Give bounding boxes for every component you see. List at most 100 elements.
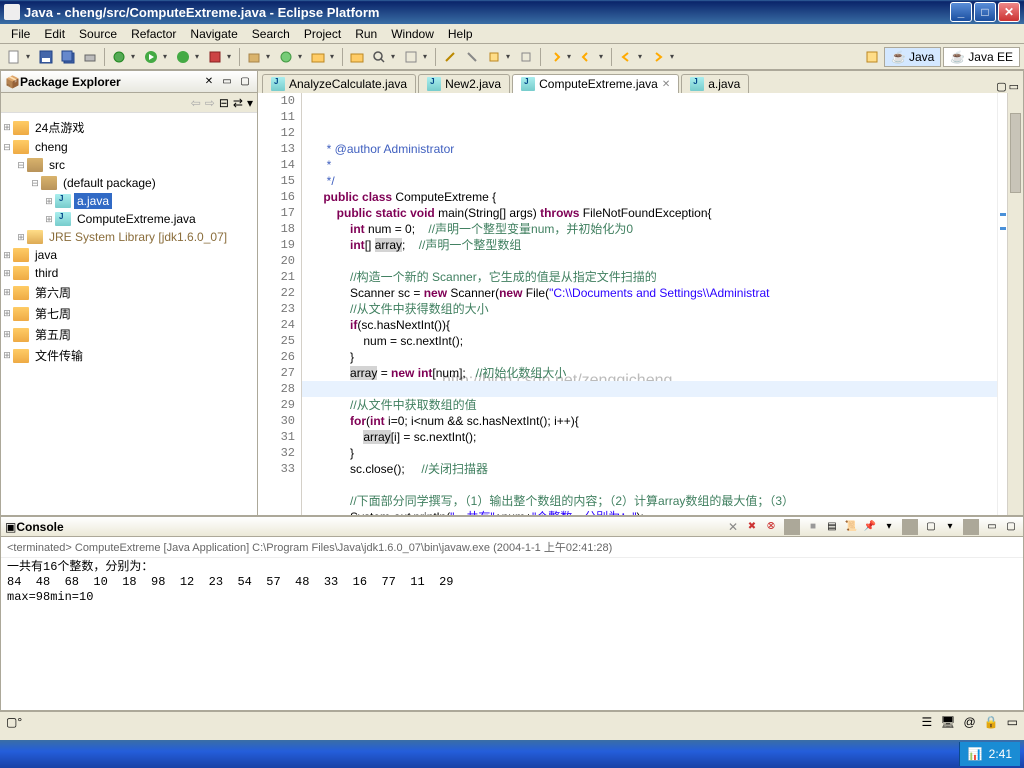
expander-icon[interactable]: ⊞ xyxy=(1,122,13,133)
perspective-java[interactable]: ☕Java xyxy=(884,47,941,67)
open-perspective-button[interactable] xyxy=(862,47,882,67)
menu-run[interactable]: Run xyxy=(348,25,384,43)
display-console-icon[interactable]: ▾ xyxy=(881,519,897,535)
link-editor-icon[interactable]: ⇄ xyxy=(233,96,243,110)
dropdown-icon[interactable]: ▾ xyxy=(131,52,139,61)
dropdown-icon[interactable]: ▾ xyxy=(298,52,306,61)
status-icon-4[interactable]: 🔒 xyxy=(984,715,999,729)
new-folder-button[interactable] xyxy=(308,47,328,67)
minimize-editor-icon[interactable]: ▭ xyxy=(1009,80,1019,93)
menu-project[interactable]: Project xyxy=(297,25,348,43)
remove-launch-icon[interactable]: ✖ xyxy=(744,519,760,535)
expander-icon[interactable]: ⊟ xyxy=(15,160,27,171)
wand-button[interactable] xyxy=(440,47,460,67)
back-icon[interactable]: ⇦ xyxy=(191,96,201,110)
menu-edit[interactable]: Edit xyxy=(37,25,72,43)
expander-icon[interactable]: ⊞ xyxy=(43,214,55,225)
editor-tab[interactable]: ComputeExtreme.java✕ xyxy=(512,74,679,93)
search-button[interactable] xyxy=(369,47,389,67)
menu-window[interactable]: Window xyxy=(384,25,441,43)
perspective-javaee[interactable]: ☕Java EE xyxy=(943,47,1020,67)
close-icon[interactable]: ✕ xyxy=(728,520,738,534)
remove-all-icon[interactable]: ⮿ xyxy=(763,519,779,535)
tree-item[interactable]: ⊟src xyxy=(1,156,257,174)
menu-search[interactable]: Search xyxy=(245,25,297,43)
code-area[interactable]: http://blog.csdn.net/zengqicheng * @auth… xyxy=(302,93,997,515)
dropdown-icon[interactable]: ▾ xyxy=(266,52,274,61)
tree-item[interactable]: ⊞文件传输 xyxy=(1,345,257,366)
dropdown-icon[interactable]: ▾ xyxy=(391,52,399,61)
maximize-icon[interactable]: ▢ xyxy=(1003,519,1019,535)
paint-button[interactable] xyxy=(462,47,482,67)
dropdown-icon[interactable]: ▾ xyxy=(423,52,431,61)
minimize-view-icon[interactable]: ▭ xyxy=(219,74,235,90)
maximize-editor-icon[interactable]: ▢ xyxy=(996,80,1006,93)
scrollbar-thumb[interactable] xyxy=(1010,113,1021,193)
fast-view-icon[interactable]: ▢° xyxy=(6,715,22,729)
status-icon-2[interactable]: 🖥 xyxy=(940,715,955,729)
maximize-view-icon[interactable]: ▢ xyxy=(237,74,253,90)
tray-cpu-icon[interactable]: 📊 xyxy=(968,747,983,761)
new-package-button[interactable] xyxy=(244,47,264,67)
editor-tab[interactable]: a.java xyxy=(681,74,749,93)
menu-help[interactable]: Help xyxy=(441,25,480,43)
new-class-button[interactable] xyxy=(276,47,296,67)
expander-icon[interactable]: ⊞ xyxy=(1,287,13,298)
run-button[interactable] xyxy=(141,47,161,67)
tree-item[interactable]: ⊞third xyxy=(1,264,257,282)
dropdown-icon[interactable]: ▾ xyxy=(195,52,203,61)
dropdown-icon[interactable]: ▾ xyxy=(163,52,171,61)
open-console-icon[interactable]: ▢ xyxy=(923,519,939,535)
expander-icon[interactable]: ⊞ xyxy=(1,308,13,319)
menu-navigate[interactable]: Navigate xyxy=(183,25,244,43)
maximize-button[interactable]: □ xyxy=(974,2,996,22)
vertical-scrollbar[interactable] xyxy=(1007,93,1023,515)
collapse-all-icon[interactable]: ⊟ xyxy=(219,96,229,110)
expander-icon[interactable]: ⊞ xyxy=(43,196,55,207)
forward-icon[interactable]: ⇨ xyxy=(205,96,215,110)
expander-icon[interactable]: ⊞ xyxy=(15,232,27,243)
status-icon-5[interactable]: ▭ xyxy=(1007,715,1018,729)
line-gutter[interactable]: 10 11 12 13 14 15 16 17 18 19 20 21 22 2… xyxy=(258,93,302,515)
clear-console-icon[interactable]: ▤ xyxy=(824,519,840,535)
expander-icon[interactable]: ⊟ xyxy=(1,142,13,153)
expander-icon[interactable]: ⊞ xyxy=(1,329,13,340)
new-button[interactable] xyxy=(4,47,24,67)
new-console-icon[interactable]: ▾ xyxy=(942,519,958,535)
expander-icon[interactable]: ⊞ xyxy=(1,250,13,261)
menu-refactor[interactable]: Refactor xyxy=(124,25,183,43)
console-output[interactable]: 一共有16个整数，分别为： 84 48 68 10 18 98 12 23 54… xyxy=(1,558,1023,710)
dropdown-icon[interactable]: ▾ xyxy=(599,52,607,61)
external-tools-button[interactable] xyxy=(205,47,225,67)
expander-icon[interactable]: ⊞ xyxy=(1,268,13,279)
dropdown-icon[interactable]: ▾ xyxy=(26,52,34,61)
pin-console-icon[interactable]: 📌 xyxy=(862,519,878,535)
overview-ruler[interactable] xyxy=(997,93,1007,515)
status-icon-3[interactable]: @ xyxy=(964,715,976,729)
editor-tab[interactable]: AnalyzeCalculate.java xyxy=(262,74,416,93)
tree-item[interactable]: ⊞a.java xyxy=(1,192,257,210)
format-button[interactable] xyxy=(484,47,504,67)
tree-item[interactable]: ⊞java xyxy=(1,246,257,264)
tree-item[interactable]: ⊞第五周 xyxy=(1,324,257,345)
tree-item[interactable]: ⊞24点游戏 xyxy=(1,117,257,138)
tree-item[interactable]: ⊟cheng xyxy=(1,138,257,156)
save-button[interactable] xyxy=(36,47,56,67)
terminate-icon[interactable]: ■ xyxy=(805,519,821,535)
close-button[interactable]: ✕ xyxy=(998,2,1020,22)
status-icon-1[interactable]: ☰ xyxy=(922,715,933,729)
minimize-button[interactable]: _ xyxy=(950,2,972,22)
debug-button[interactable] xyxy=(109,47,129,67)
print-button[interactable] xyxy=(80,47,100,67)
expander-icon[interactable]: ⊞ xyxy=(1,350,13,361)
run-last-button[interactable] xyxy=(173,47,193,67)
next-annotation-button[interactable] xyxy=(545,47,565,67)
package-tree[interactable]: ⊞24点游戏⊟cheng⊟src⊟(default package)⊞a.jav… xyxy=(1,113,257,515)
back-button[interactable] xyxy=(616,47,636,67)
editor-tab[interactable]: New2.java xyxy=(418,74,510,93)
tree-item[interactable]: ⊞第六周 xyxy=(1,282,257,303)
dropdown-icon[interactable]: ▾ xyxy=(670,52,678,61)
minimize-icon[interactable]: ▭ xyxy=(984,519,1000,535)
open-type-button[interactable] xyxy=(347,47,367,67)
tree-item[interactable]: ⊞JRE System Library [jdk1.6.0_07] xyxy=(1,228,257,246)
